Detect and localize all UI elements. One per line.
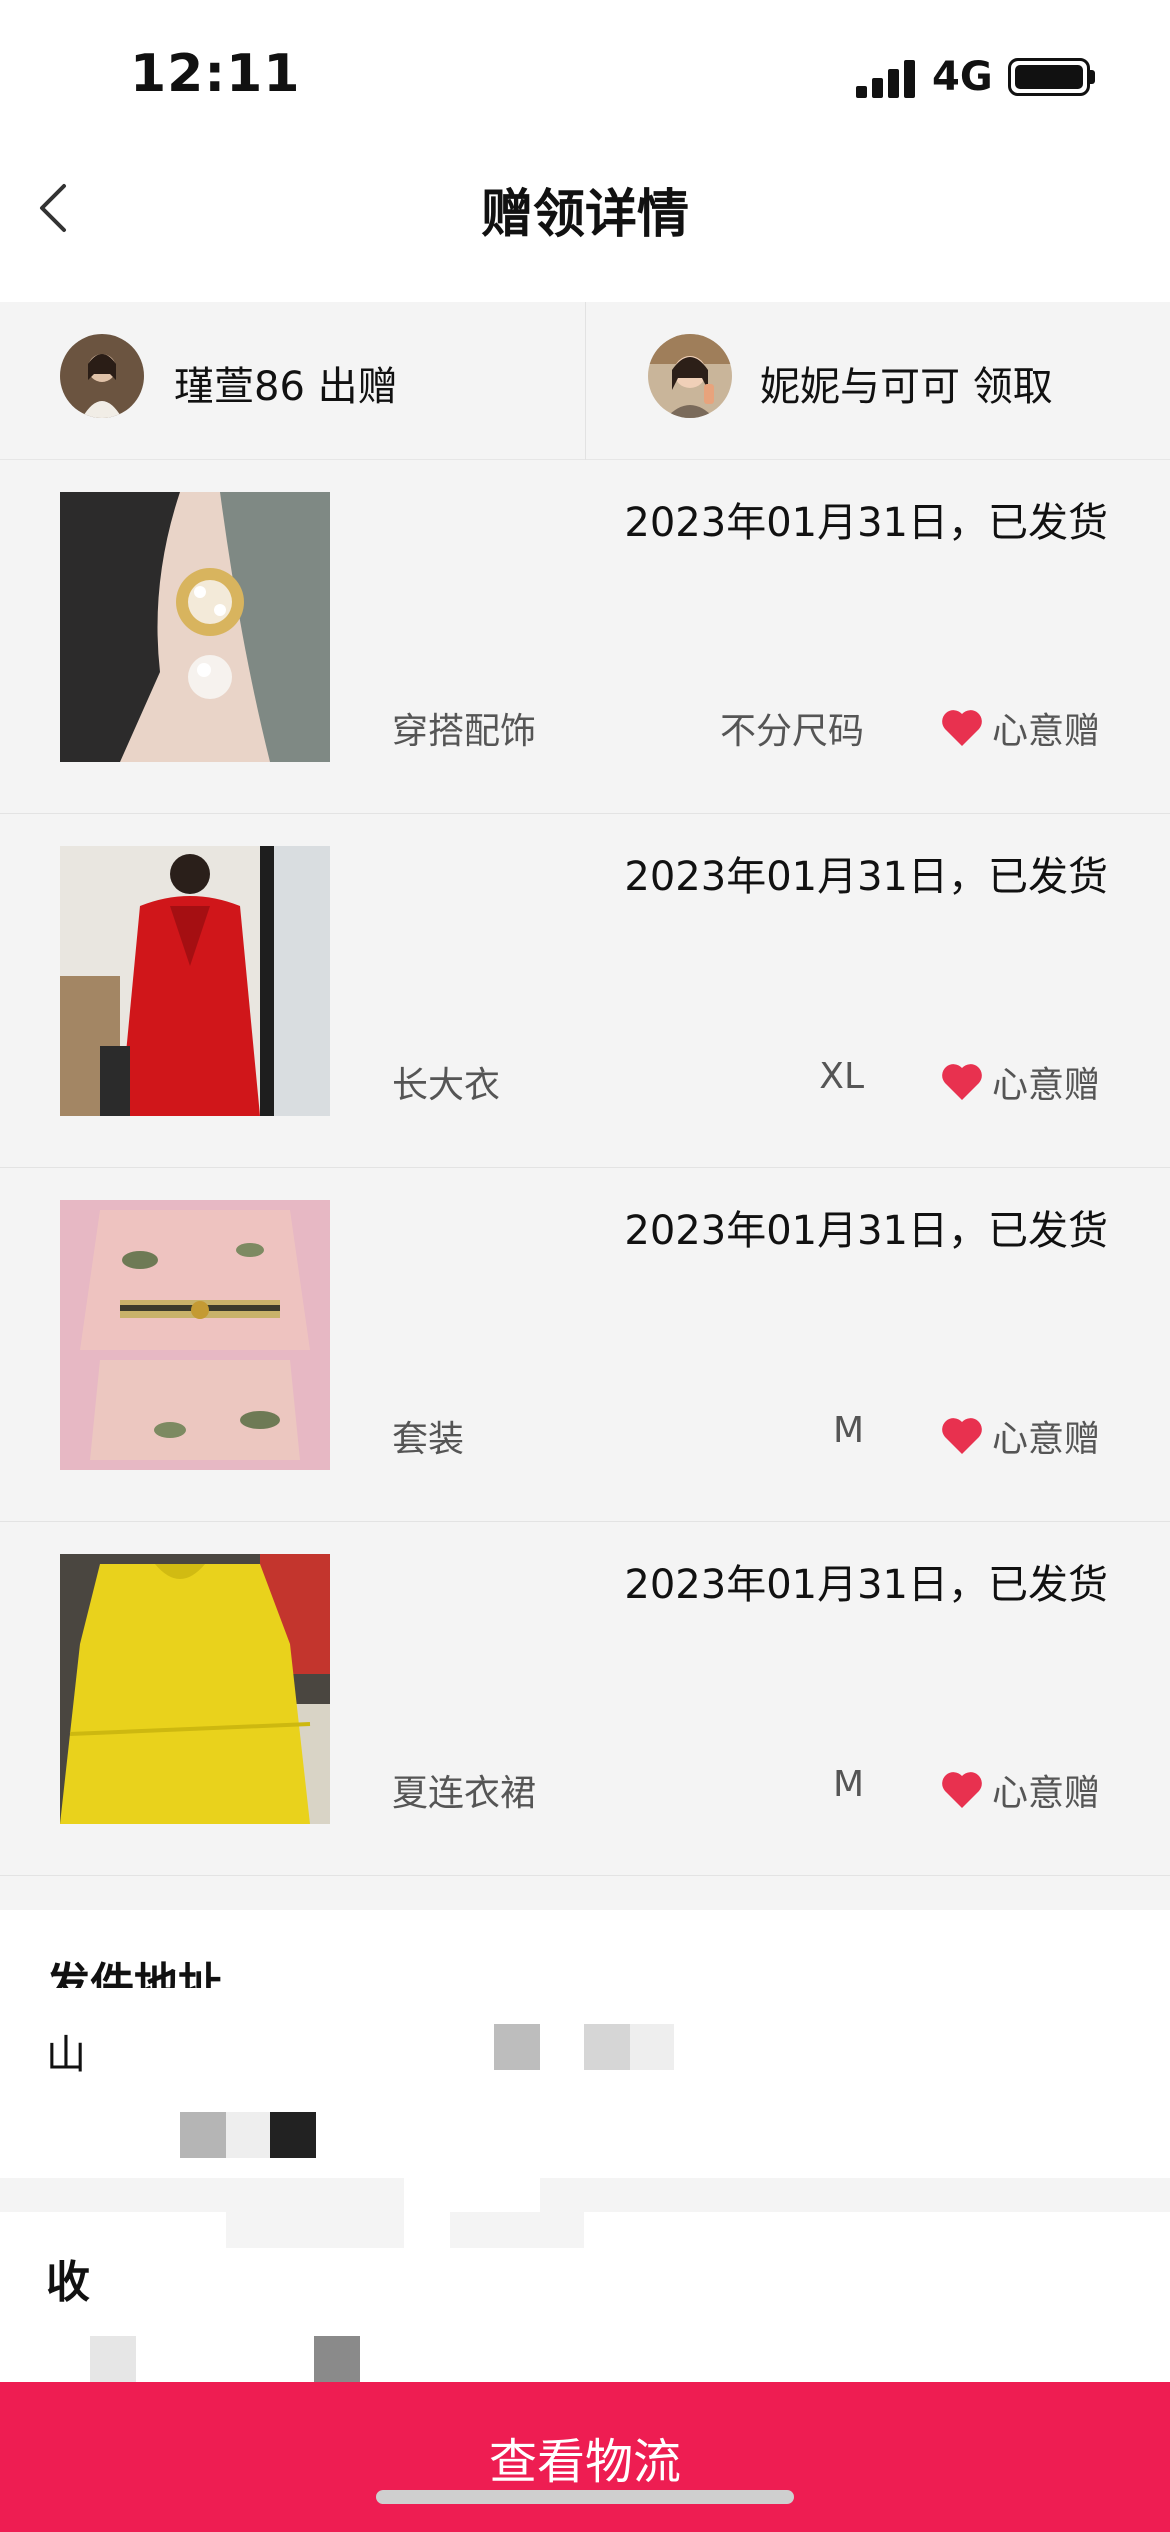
list-item[interactable]: 2023年01月31日，已发货 夏连衣裙 M 心意赠 [0, 1522, 1170, 1876]
redaction-block [180, 2112, 226, 2158]
redaction-block [494, 2024, 540, 2070]
signal-icon [856, 58, 916, 98]
item-category: 夏连衣裙 [392, 1773, 537, 1814]
item-date-status: 2023年01月31日，已发货 [624, 1208, 1108, 1254]
receiver-user[interactable]: 妮妮与可可 领取 [585, 302, 1170, 460]
section-separator [0, 2178, 1170, 2212]
sender-address-line: 山 [46, 2032, 86, 2078]
heart-icon [942, 1064, 982, 1100]
receiver-address-title: 收 [46, 2257, 90, 2308]
list-item[interactable]: 2023年01月31日，已发货 穿搭配饰 不分尺码 心意赠 [0, 460, 1170, 814]
item-date-status: 2023年01月31日，已发货 [624, 1562, 1108, 1608]
redaction-block [270, 2112, 316, 2158]
item-gift-type: 心意赠 [940, 1410, 1100, 1462]
item-gift-label: 心意赠 [991, 1065, 1100, 1106]
sender-address-section: 发件地址 山 [0, 1910, 1170, 2178]
item-category: 套装 [392, 1419, 465, 1460]
item-gift-type: 心意赠 [940, 1056, 1100, 1108]
heart-icon [942, 710, 982, 746]
redaction-block [226, 2212, 404, 2248]
heart-icon [942, 1418, 982, 1454]
item-gift-label: 心意赠 [991, 1773, 1100, 1814]
redaction-block [450, 2212, 584, 2248]
view-logistics-button[interactable]: 查看物流 [0, 2382, 1170, 2532]
item-gift-type: 心意赠 [940, 1764, 1100, 1816]
giver-avatar [60, 334, 144, 418]
item-photo [60, 492, 330, 762]
status-bar: 12:11 4G [0, 0, 1170, 150]
redaction-block [404, 2178, 540, 2212]
redaction-block [584, 2160, 674, 2178]
item-photo [60, 846, 330, 1116]
redaction-block [90, 2336, 136, 2382]
redaction-block [404, 2160, 540, 2178]
receiver-label: 妮妮与可可 领取 [760, 364, 1053, 410]
redaction-mask [0, 1988, 1170, 2028]
item-size: 不分尺码 [719, 711, 864, 752]
item-date-status: 2023年01月31日，已发货 [624, 500, 1108, 546]
view-logistics-label: 查看物流 [488, 2434, 681, 2490]
item-gift-type: 心意赠 [940, 702, 1100, 754]
item-size: M [832, 1764, 864, 1805]
item-photo [60, 1554, 330, 1824]
heart-icon [942, 1772, 982, 1808]
status-time: 12:11 [130, 44, 301, 104]
list-item[interactable]: 2023年01月31日，已发货 长大衣 XL 心意赠 [0, 814, 1170, 1168]
item-photo [60, 1200, 330, 1470]
item-gift-label: 心意赠 [991, 1419, 1100, 1460]
redaction-block [226, 2112, 270, 2158]
receiver-avatar [648, 334, 732, 418]
item-size: XL [819, 1056, 864, 1097]
receiver-address-section: 收 [0, 2212, 1170, 2382]
item-list: 2023年01月31日，已发货 穿搭配饰 不分尺码 心意赠 2023年01月31… [0, 460, 1170, 1910]
item-category: 长大衣 [392, 1065, 501, 1106]
page-title: 赠领详情 [480, 185, 689, 245]
nav-bar: 赠领详情 [0, 150, 1170, 302]
redaction-block [314, 2336, 360, 2382]
giver-label: 瑾萱86 出赠 [174, 364, 398, 410]
users-row: 瑾萱86 出赠 妮妮与可可 领取 [0, 302, 1170, 460]
redaction-block [584, 2024, 630, 2070]
battery-cap [1090, 70, 1095, 84]
list-item[interactable]: 2023年01月31日，已发货 套装 M 心意赠 [0, 1168, 1170, 1522]
giver-user[interactable]: 瑾萱86 出赠 [0, 302, 585, 460]
network-type: 4G [932, 54, 993, 100]
item-gift-label: 心意赠 [991, 711, 1100, 752]
home-indicator[interactable] [376, 2490, 794, 2504]
redaction-block [630, 2024, 674, 2070]
item-category: 穿搭配饰 [392, 711, 537, 752]
item-size: M [832, 1410, 864, 1451]
battery-icon [1008, 58, 1090, 96]
item-date-status: 2023年01月31日，已发货 [624, 854, 1108, 900]
